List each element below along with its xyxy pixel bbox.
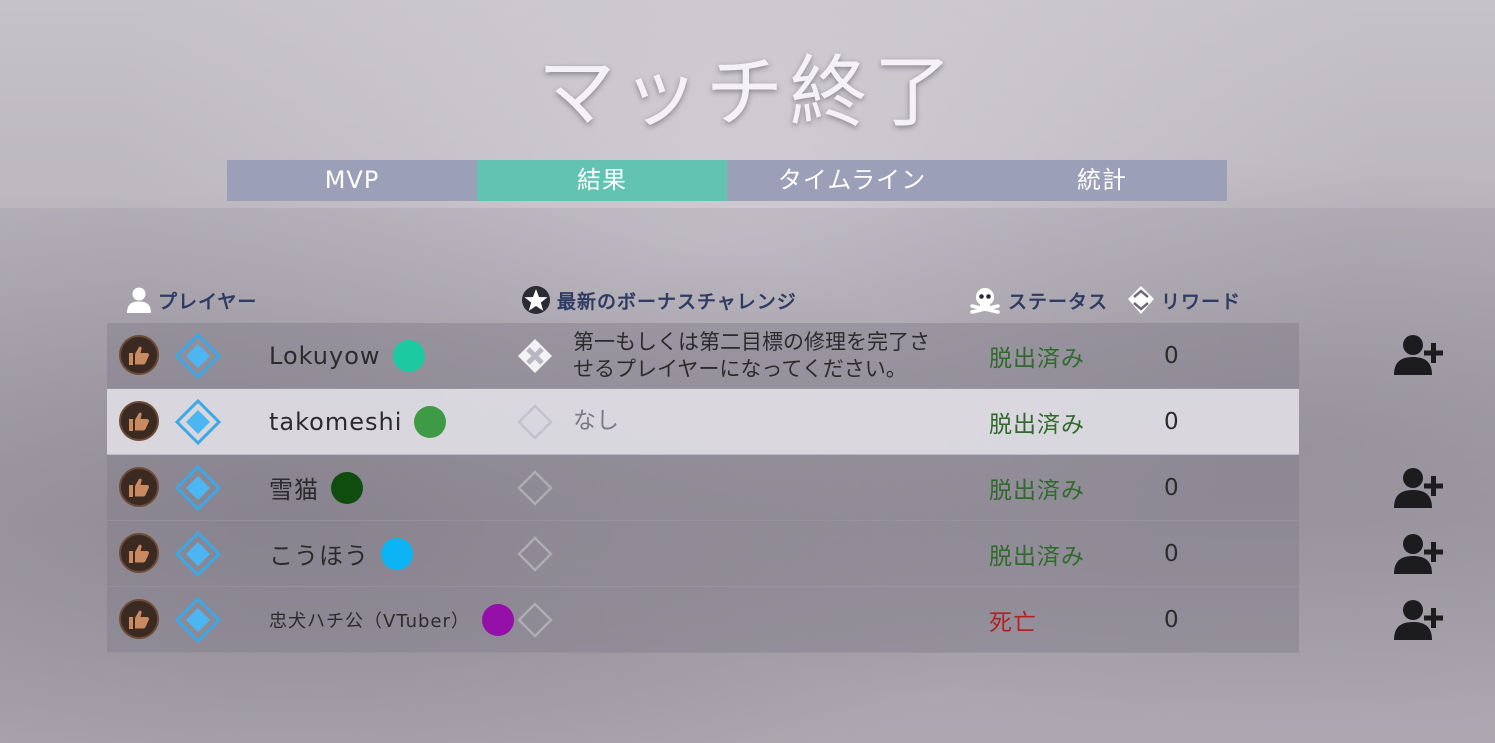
rank-diamond-icon	[175, 399, 221, 445]
column-header-status-label: ステータス	[1008, 290, 1109, 313]
tab-stats[interactable]: 統計	[977, 160, 1227, 201]
challenge-text: なし	[573, 474, 619, 500]
challenge-text: なし	[573, 540, 619, 566]
player-name-cell: こうほう	[269, 521, 413, 586]
status-escaped: 脱出済み	[989, 477, 1085, 504]
player-name: Lokuyow	[269, 341, 381, 370]
reward-value: 0	[1164, 606, 1179, 633]
column-header-status: ステータス	[968, 285, 1108, 315]
player-name-cell: Lokuyow	[269, 323, 425, 388]
tab-mvp[interactable]: MVP	[227, 160, 477, 201]
challenge-text: 第一もしくは第二目標の修理を完了さ せるプレイヤーになってください。	[573, 323, 963, 388]
reward-value: 0	[1164, 474, 1179, 501]
challenge-empty-icon	[515, 455, 555, 520]
player-color-dot	[414, 405, 447, 438]
player-name-cell: 雪猫	[269, 455, 363, 520]
challenge-empty-icon	[515, 587, 555, 652]
player-name-cell: 忠犬ハチ公（VTuber）	[269, 587, 514, 652]
status-escaped: 脱出済み	[989, 345, 1085, 372]
player-color-dot	[481, 603, 514, 636]
column-header-challenge-label: 最新のボーナスチャレンジ	[557, 290, 797, 313]
star-badge-icon	[522, 286, 550, 314]
reward-value: 0	[1164, 342, 1179, 369]
column-header-reward-label: リワード	[1161, 290, 1242, 313]
thumbs-up-icon[interactable]	[119, 599, 159, 639]
rank-diamond-icon	[175, 465, 221, 511]
skull-crossbones-icon	[970, 288, 1000, 314]
player-name: takomeshi	[269, 407, 403, 436]
page-title: マッチ終了	[537, 48, 958, 138]
rank-diamond-icon	[175, 597, 221, 643]
rank-diamond-icon	[175, 333, 221, 379]
player-color-dot	[381, 537, 413, 570]
thumbs-up-icon[interactable]	[119, 401, 159, 441]
player-name: 忠犬ハチ公（VTuber）	[269, 610, 470, 632]
tab-bar: MVP 結果 タイムライン 統計	[227, 160, 1227, 201]
player-row: takomeshi なし 脱出済み 0	[107, 389, 1299, 455]
column-header-reward: リワード	[1127, 285, 1241, 315]
challenge-empty-icon	[515, 389, 555, 454]
add-friend-icon[interactable]	[1394, 333, 1446, 377]
reward-value: 0	[1164, 408, 1179, 435]
person-icon	[127, 287, 151, 313]
player-color-dot	[392, 339, 425, 372]
rank-diamond-icon	[175, 531, 221, 577]
status-escaped: 脱出済み	[989, 543, 1085, 570]
challenge-text: なし	[573, 408, 619, 434]
player-row: 忠犬ハチ公（VTuber） なし 死亡 0	[107, 587, 1299, 653]
player-name-cell: takomeshi	[269, 389, 447, 454]
thumbs-up-icon[interactable]	[119, 467, 159, 507]
add-friend-icon[interactable]	[1394, 598, 1446, 642]
thumbs-up-icon[interactable]	[119, 335, 159, 375]
column-header-player-label: プレイヤー	[158, 290, 258, 313]
player-color-dot	[331, 471, 363, 504]
player-row: Lokuyow 第一もしくは第二目標の修理を完了さ せるプレイヤーになってくださ…	[107, 323, 1299, 389]
player-name: こうほう	[269, 542, 369, 570]
player-row: 雪猫 なし 脱出済み 0	[107, 455, 1299, 521]
tab-results[interactable]: 結果	[477, 160, 727, 201]
reward-value: 0	[1164, 540, 1179, 567]
player-name: 雪猫	[269, 476, 319, 504]
challenge-text: なし	[573, 606, 619, 632]
tab-timeline[interactable]: タイムライン	[727, 160, 977, 201]
player-row: こうほう なし 脱出済み 0	[107, 521, 1299, 587]
status-dead: 死亡	[989, 609, 1037, 636]
challenge-text-line-1: 第一もしくは第二目標の修理を完了さ	[573, 329, 930, 354]
status-escaped: 脱出済み	[989, 411, 1085, 438]
column-header-player: プレイヤー	[126, 285, 257, 315]
add-friend-icon[interactable]	[1394, 466, 1446, 510]
thumbs-up-icon[interactable]	[119, 533, 159, 573]
challenge-failed-icon	[515, 323, 555, 388]
reward-emblem-icon	[1128, 286, 1154, 314]
challenge-text-line-2: せるプレイヤーになってください。	[573, 356, 907, 381]
add-friend-icon[interactable]	[1394, 532, 1446, 576]
challenge-empty-icon	[515, 521, 555, 586]
column-header-challenge: 最新のボーナスチャレンジ	[521, 285, 797, 315]
